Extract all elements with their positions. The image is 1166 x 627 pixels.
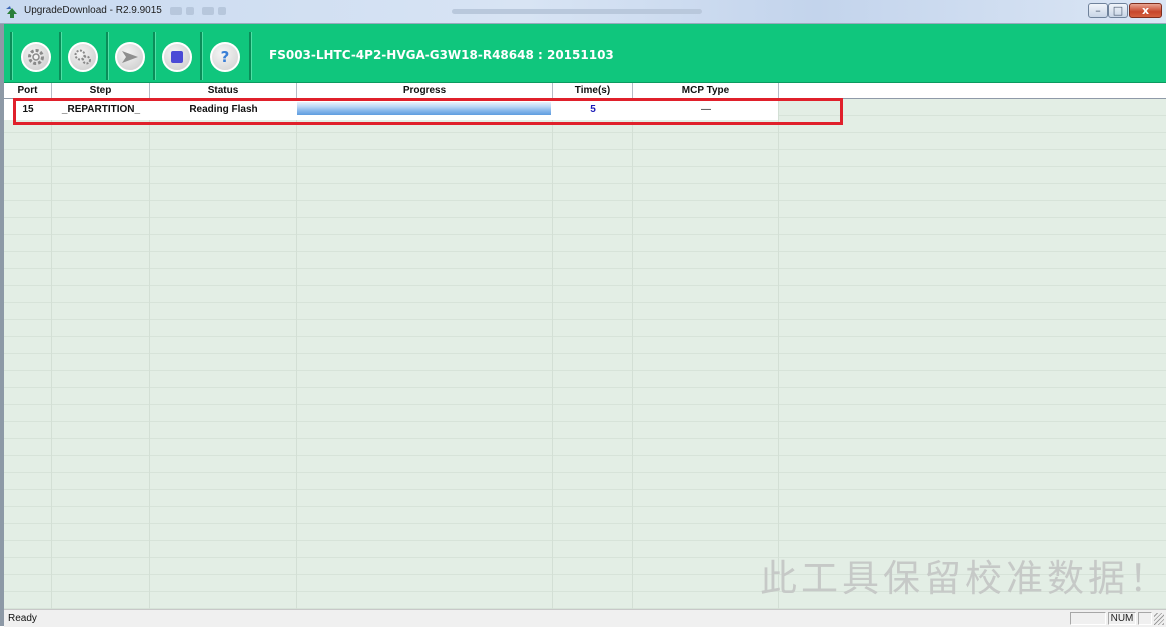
toolbar-separator: [59, 32, 62, 80]
column-header-time[interactable]: Time(s): [553, 83, 633, 98]
stop-button[interactable]: [162, 42, 192, 72]
start-button[interactable]: [115, 42, 145, 72]
column-header-status[interactable]: Status: [150, 83, 297, 98]
maximize-button[interactable]: □: [1108, 3, 1128, 18]
settings-button[interactable]: [21, 42, 51, 72]
grid-column-line: [552, 99, 553, 609]
quick-access-icon: [186, 7, 194, 15]
status-text: Ready: [8, 613, 37, 624]
column-header-mcp-type[interactable]: MCP Type: [633, 83, 779, 98]
download-table: Port Step Status Progress Time(s) MCP Ty…: [4, 83, 1166, 609]
toolbar-separator: [200, 32, 203, 80]
svg-text:?: ?: [221, 48, 230, 66]
column-header-step[interactable]: Step: [52, 83, 150, 98]
grid-background: [4, 99, 1166, 609]
firmware-label: FS003-LHTC-4P2-HVGA-G3W18-R48648 : 20151…: [269, 48, 614, 62]
close-button[interactable]: x: [1129, 3, 1162, 18]
minimize-button[interactable]: –: [1088, 3, 1108, 18]
highlight-box: [13, 98, 843, 125]
watermark-text: 此工具保留校准数据！: [760, 557, 1166, 600]
toolbar-separator: [153, 32, 156, 80]
advanced-settings-icon: [74, 49, 91, 65]
background-window-title: [452, 9, 702, 14]
grid-column-line: [296, 99, 297, 609]
toolbar-separator: [249, 32, 252, 80]
app-icon: [6, 6, 17, 18]
help-icon: ?: [221, 48, 230, 66]
status-pane-empty: [1138, 612, 1152, 625]
grid-column-line: [632, 99, 633, 609]
grid-column-line: [149, 99, 150, 609]
stop-icon: [171, 51, 183, 63]
start-icon: [122, 51, 138, 63]
num-lock-indicator: NUM: [1108, 612, 1136, 625]
window-title: UpgradeDownload - R2.9.9015: [24, 5, 162, 16]
column-header-port[interactable]: Port: [4, 83, 52, 98]
quick-access-icon: [170, 7, 182, 15]
help-button[interactable]: ?: [210, 42, 240, 72]
quick-access-icon: [218, 7, 226, 15]
advanced-settings-button[interactable]: [68, 42, 98, 72]
status-bar: Ready NUM: [4, 609, 1166, 627]
title-bar: UpgradeDownload - R2.9.9015 – □ x: [0, 0, 1166, 24]
toolbar-gripper: [10, 32, 13, 80]
column-header-progress[interactable]: Progress: [297, 83, 553, 98]
quick-access-icon: [202, 7, 214, 15]
grid-column-line: [51, 99, 52, 609]
table-header: Port Step Status Progress Time(s) MCP Ty…: [4, 83, 1166, 99]
settings-icon: [28, 49, 44, 65]
resize-grip[interactable]: [1154, 613, 1164, 625]
grid-column-line: [778, 99, 779, 609]
toolbar-separator: [106, 32, 109, 80]
status-pane-empty: [1070, 612, 1106, 625]
